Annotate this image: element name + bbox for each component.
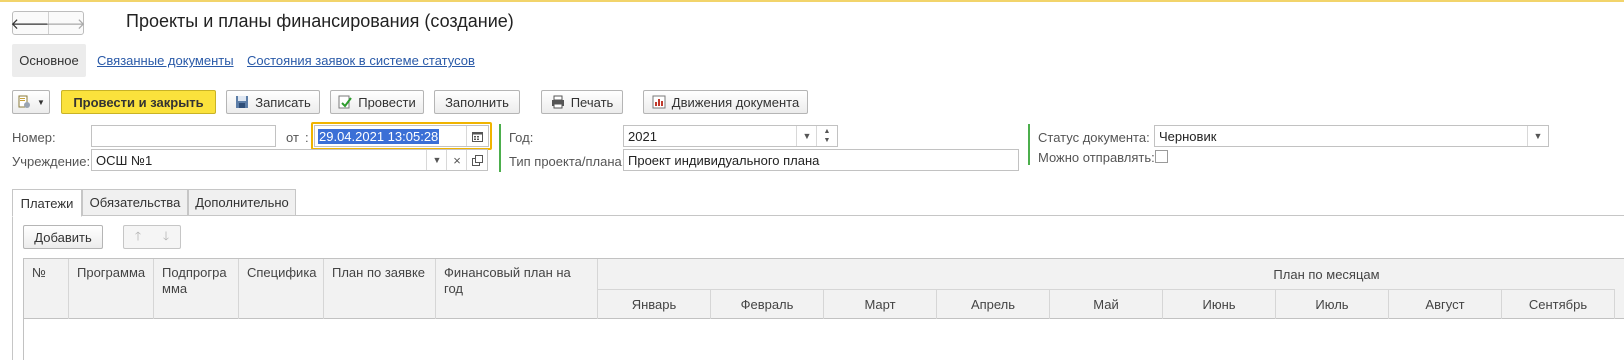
arrow-right-icon: 🡒 [45,15,86,33]
institution-label: Учреждение: [12,154,91,169]
col-number[interactable]: № [24,259,69,319]
spin-up-icon: ▲ [823,128,831,135]
status-value: Черновик [1159,128,1217,144]
col-financial-plan-year[interactable]: Финансовый план на год [436,259,598,319]
col-subprogram[interactable]: Подпрогра мма [154,259,239,319]
movements-report-icon [652,95,666,109]
col-specifics[interactable]: Специфика [239,259,324,319]
institution-dropdown-button[interactable]: ▼ [426,150,447,170]
post-button-label: Провести [358,94,416,110]
col-subprogram-line2: мма [162,281,188,296]
date-value-selected: 29.04.2021 13:05:28 [318,128,440,144]
institution-value: ОСШ №1 [96,152,153,168]
col-subprogram-line1: Подпрогра [162,265,227,280]
date-colon: : [305,130,309,145]
arrow-up-icon: 🡑 [134,228,142,243]
year-dropdown-button[interactable]: ▼ [796,126,817,146]
col-group-monthly-plan: План по месяцам [598,259,1624,289]
arrow-down-icon: 🡓 [162,228,170,243]
status-input[interactable]: Черновик ▼ [1154,125,1549,147]
move-up-button[interactable]: 🡑 [124,226,152,248]
back-button[interactable]: 🡐 [10,12,51,34]
spin-down-icon: ▼ [823,137,831,144]
save-button[interactable]: Записать [226,90,320,114]
print-button[interactable]: Печать [541,90,623,114]
tab-payments[interactable]: Платежи [12,189,82,217]
open-form-icon [471,154,483,166]
page-title: Проекты и планы финансирования (создание… [126,11,514,31]
move-down-button[interactable]: 🡓 [152,226,180,248]
col-month[interactable]: Май [1050,289,1163,319]
calendar-button[interactable] [466,126,488,146]
col-program[interactable]: Программа [69,259,154,319]
calendar-icon [472,131,483,142]
institution-open-button[interactable] [466,150,487,170]
fill-button[interactable]: Заполнить [434,90,520,114]
document-movements-button[interactable]: Движения документа [643,90,808,114]
printer-icon [551,95,565,109]
table-header: № Программа Подпрогра мма Специфика План… [24,259,1624,319]
project-type-label: Тип проекта/плана: [509,154,626,169]
col-month[interactable]: Февраль [711,289,824,319]
status-dropdown-button[interactable]: ▼ [1527,126,1548,146]
chevron-down-icon: ▼ [802,131,812,141]
document-gear-icon [17,95,31,109]
print-button-label: Печать [570,94,614,110]
col-month[interactable]: Март [824,289,937,319]
number-label: Номер: [12,130,56,145]
add-row-button[interactable]: Добавить [23,225,103,249]
monthly-plan-header: План по месяцам [1273,266,1380,282]
floppy-disk-icon [235,95,249,109]
date-input[interactable]: 29.04.2021 13:05:28 [314,125,489,147]
chevron-down-icon: ▼ [1533,131,1543,141]
payments-table: № Программа Подпрогра мма Специфика План… [23,258,1624,360]
chevron-down-icon: ▼ [432,155,442,165]
col-plan-by-request[interactable]: План по заявке [324,259,436,319]
chevron-down-icon: ▼ [37,97,45,107]
nav-buttons: 🡐 🡒 [10,11,86,35]
tab-panel-border [12,215,13,360]
date-from-label: от [286,130,299,145]
col-month[interactable]: Сентябрь [1502,289,1615,319]
year-spinner[interactable]: ▲ ▼ [816,126,837,146]
year-label: Год: [509,130,534,145]
close-icon: × [453,152,461,168]
col-month[interactable]: Август [1389,289,1502,319]
save-button-label: Записать [255,94,311,110]
create-based-on-button[interactable]: ▼ [12,90,50,114]
post-document-icon [338,95,353,109]
institution-input[interactable]: ОСШ №1 ▼ × [91,149,488,171]
year-input[interactable]: 2021 ▼ ▲ ▼ [623,125,838,147]
year-value: 2021 [628,128,657,144]
post-button[interactable]: Провести [330,90,424,114]
col-month[interactable]: Январь [598,289,711,319]
group-separator-1 [499,124,501,172]
group-separator-2 [1028,124,1030,165]
can-send-checkbox[interactable] [1155,150,1168,163]
link-request-states[interactable]: Состояния заявок в системе статусов [247,53,475,68]
link-related-documents[interactable]: Связанные документы [97,53,234,68]
institution-clear-button[interactable]: × [446,150,467,170]
tab-main[interactable]: Основное [12,44,86,77]
tab-additional[interactable]: Дополнительно [188,189,296,216]
post-and-close-button[interactable]: Провести и закрыть [61,90,216,114]
col-month[interactable]: Июль [1276,289,1389,319]
col-month[interactable]: Апрель [937,289,1050,319]
forward-button[interactable]: 🡒 [45,12,86,34]
col-month[interactable]: Июнь [1163,289,1276,319]
project-type-input[interactable]: Проект индивидуального плана [623,149,1019,171]
number-input[interactable] [91,125,276,147]
can-send-label: Можно отправлять: [1038,150,1155,165]
move-buttons-group: 🡑 🡓 [123,225,181,249]
tab-obligations[interactable]: Обязательства [82,189,188,216]
status-label: Статус документа: [1038,130,1150,145]
window-top-accent [0,0,1624,2]
document-movements-label: Движения документа [671,94,800,110]
